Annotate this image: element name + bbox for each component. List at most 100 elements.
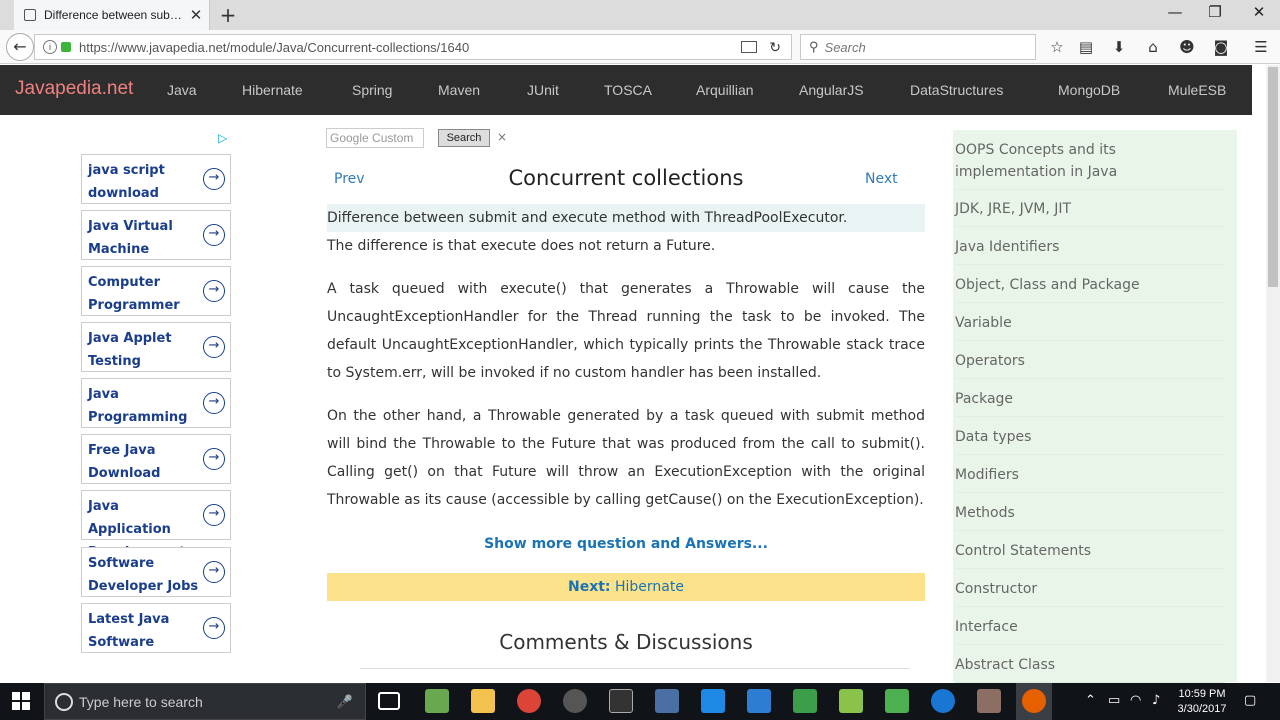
ad-link[interactable]: java script download → bbox=[81, 154, 231, 204]
sidebar-item[interactable]: Package bbox=[955, 388, 1225, 417]
adchoices-icon[interactable]: ▷ bbox=[218, 131, 227, 145]
sidebar-item[interactable]: Operators bbox=[955, 350, 1225, 379]
close-icon[interactable]: ✕ bbox=[183, 6, 209, 24]
wifi-icon[interactable]: ◠ bbox=[1130, 693, 1141, 708]
nav-arquillian[interactable]: Arquillian bbox=[696, 82, 754, 98]
firefox-icon bbox=[1022, 689, 1046, 713]
ad-link[interactable]: Free Java Download → bbox=[81, 434, 231, 484]
download-icon[interactable]: ⬇ bbox=[1108, 37, 1130, 57]
pocket-icon[interactable]: ◙ bbox=[1210, 37, 1232, 57]
info-icon[interactable]: i bbox=[43, 40, 57, 54]
app-icon[interactable] bbox=[977, 689, 1001, 713]
back-button[interactable]: ← bbox=[6, 33, 34, 61]
page-scrollbar[interactable] bbox=[1266, 65, 1280, 682]
show-more-link[interactable]: Show more question and Answers... bbox=[326, 536, 926, 552]
sidebar-item[interactable]: Modifiers bbox=[955, 464, 1225, 493]
next-topic-bar[interactable]: Next: Hibernate bbox=[327, 573, 925, 601]
sidebar-item[interactable]: Interface bbox=[955, 616, 1225, 645]
nav-angularjs[interactable]: AngularJS bbox=[799, 82, 864, 98]
ad-link[interactable]: Java Applet Testing → bbox=[81, 322, 231, 372]
new-tab-button[interactable]: + bbox=[218, 4, 238, 26]
google-custom-search-input[interactable]: Google Custom bbox=[326, 128, 424, 148]
nav-mongodb[interactable]: MongoDB bbox=[1058, 82, 1120, 98]
site-header: Javapedia.net Java Hibernate Spring Mave… bbox=[0, 65, 1252, 115]
next-topic-link[interactable]: Hibernate bbox=[615, 579, 684, 595]
menu-icon[interactable]: ☰ bbox=[1250, 37, 1272, 57]
nav-hibernate[interactable]: Hibernate bbox=[242, 82, 303, 98]
ad-link[interactable]: Computer Programmer → bbox=[81, 266, 231, 316]
chrome-icon[interactable] bbox=[517, 689, 541, 713]
battery-icon[interactable]: ▭ bbox=[1108, 693, 1120, 708]
browser-search-input[interactable]: ⚲ Search bbox=[800, 34, 1036, 60]
arrow-right-icon: → bbox=[203, 448, 225, 470]
nav-muleesb[interactable]: MuleESB bbox=[1168, 82, 1226, 98]
home-icon[interactable]: ⌂ bbox=[1142, 37, 1164, 57]
notepad-icon[interactable] bbox=[839, 689, 863, 713]
file-explorer-icon[interactable] bbox=[471, 689, 495, 713]
nav-tosca[interactable]: TOSCA bbox=[604, 82, 652, 98]
arrow-right-icon: → bbox=[203, 504, 225, 526]
url-bar[interactable]: i https://www.javapedia.net/module/Java/… bbox=[34, 34, 792, 60]
chat-icon[interactable]: ☻ bbox=[1176, 37, 1198, 57]
app-icon[interactable] bbox=[563, 689, 587, 713]
taskbar-clock[interactable]: 10:59 PM 3/30/2017 bbox=[1170, 687, 1234, 717]
search-button[interactable]: Search bbox=[438, 129, 490, 147]
site-logo[interactable]: Javapedia.net bbox=[15, 78, 133, 100]
reader-view-icon[interactable] bbox=[741, 41, 758, 53]
sidebar-item[interactable]: Constructor bbox=[955, 578, 1225, 607]
app-icon[interactable] bbox=[793, 689, 817, 713]
windows-start-icon[interactable] bbox=[12, 692, 30, 710]
ad-link[interactable]: Software Developer Jobs → bbox=[81, 547, 231, 597]
window-close-icon[interactable]: ✕ bbox=[1244, 3, 1274, 21]
reading-list-icon[interactable]: ▤ bbox=[1075, 37, 1097, 57]
clock-date: 3/30/2017 bbox=[1177, 703, 1227, 715]
sidebar-item[interactable]: Data types bbox=[955, 426, 1225, 455]
arrow-right-icon: → bbox=[203, 392, 225, 414]
visual-studio-icon[interactable] bbox=[747, 689, 771, 713]
volume-icon[interactable]: ♪ bbox=[1152, 693, 1160, 708]
ad-link[interactable]: Java Programming → bbox=[81, 378, 231, 428]
ad-label: Java Applet Testing bbox=[88, 331, 172, 369]
sidebar-item[interactable]: JDK, JRE, JVM, JIT bbox=[955, 198, 1225, 227]
ad-label: Computer Programmer bbox=[88, 275, 180, 313]
notifications-icon[interactable]: ▢ bbox=[1244, 693, 1256, 708]
photos-icon[interactable] bbox=[885, 689, 909, 713]
maximize-icon[interactable]: ❐ bbox=[1200, 3, 1230, 21]
sidebar-item[interactable]: Object, Class and Package bbox=[955, 274, 1225, 303]
app-icon[interactable] bbox=[425, 689, 449, 713]
nav-java[interactable]: Java bbox=[167, 82, 197, 98]
ad-link[interactable]: Java Virtual Machine → bbox=[81, 210, 231, 260]
ad-link[interactable]: Java Application Development→ bbox=[81, 490, 231, 560]
url-text[interactable]: https://www.javapedia.net/module/Java/Co… bbox=[79, 40, 741, 55]
nav-junit[interactable]: JUnit bbox=[527, 82, 559, 98]
next-link[interactable]: Next bbox=[865, 171, 898, 187]
clear-search-icon[interactable]: × bbox=[497, 130, 507, 144]
show-hidden-icons[interactable]: ⌃ bbox=[1085, 693, 1096, 708]
mail-icon[interactable] bbox=[701, 689, 725, 713]
sidebar-item[interactable]: Methods bbox=[955, 502, 1225, 531]
sidebar-item[interactable]: Control Statements bbox=[955, 540, 1225, 569]
minimize-icon[interactable]: — bbox=[1160, 3, 1190, 21]
app-icon[interactable] bbox=[655, 689, 679, 713]
sidebar-item[interactable]: Abstract Class bbox=[955, 654, 1225, 683]
reload-icon[interactable]: ↻ bbox=[769, 39, 781, 56]
nav-maven[interactable]: Maven bbox=[438, 82, 480, 98]
sidebar-item[interactable]: OOPS Concepts and its implementation in … bbox=[955, 139, 1225, 190]
microphone-icon[interactable]: 🎤 bbox=[337, 694, 353, 710]
edge-icon[interactable] bbox=[931, 689, 955, 713]
nav-spring[interactable]: Spring bbox=[352, 82, 392, 98]
ad-link[interactable]: Latest Java Software → bbox=[81, 603, 231, 653]
ad-label: Free Java Download bbox=[88, 443, 161, 481]
prev-link[interactable]: Prev bbox=[334, 171, 365, 187]
bookmark-star-icon[interactable]: ☆ bbox=[1046, 37, 1068, 57]
browser-tab[interactable]: Difference between submi... ✕ bbox=[14, 0, 210, 30]
task-view-icon[interactable] bbox=[378, 692, 400, 710]
scrollbar-thumb[interactable] bbox=[1268, 67, 1278, 287]
sidebar-item[interactable]: Java Identifiers bbox=[955, 236, 1225, 265]
sidebar-item[interactable]: Variable bbox=[955, 312, 1225, 341]
terminal-icon[interactable] bbox=[609, 689, 633, 713]
nav-datastructures[interactable]: DataStructures bbox=[910, 82, 1003, 98]
taskbar-search-input[interactable]: Type here to search 🎤 bbox=[44, 683, 366, 720]
question-heading: Difference between submit and execute me… bbox=[327, 204, 925, 232]
firefox-taskbar-button[interactable] bbox=[1016, 683, 1052, 720]
